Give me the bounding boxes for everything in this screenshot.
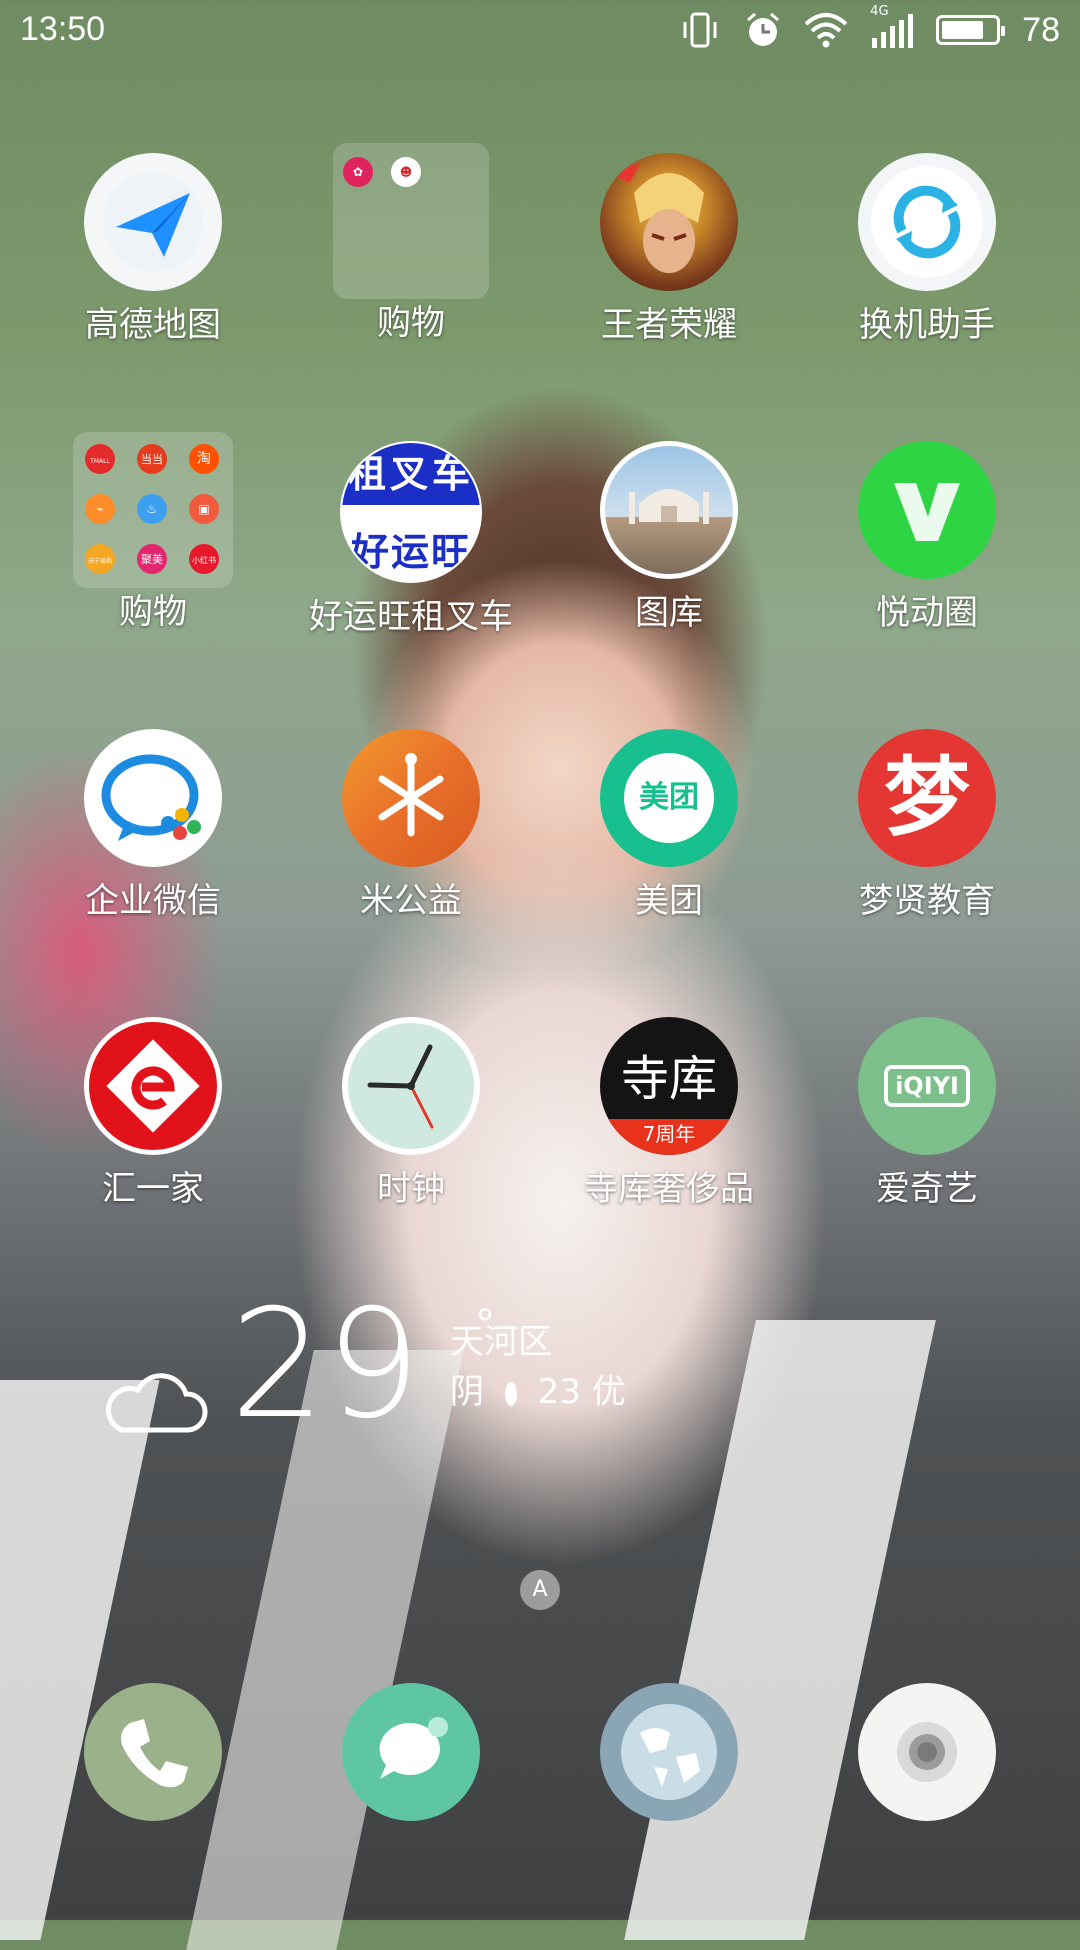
mini-app-icon: ☻ xyxy=(391,157,421,187)
app-label: 梦贤教育 xyxy=(859,881,995,921)
icon-text-top: 租叉车 xyxy=(342,443,480,505)
app-folder-shopping-2[interactable]: TMALL 当当 淘 ⌁ ♨ ▣ 苏宁易购 聚美 小红书 购物 xyxy=(33,432,273,634)
app-clock[interactable]: 时钟 xyxy=(291,1017,531,1211)
app-phone-clone[interactable]: 换机助手 xyxy=(807,153,1047,347)
dock-phone[interactable] xyxy=(84,1683,222,1821)
leaf-icon xyxy=(504,1381,517,1406)
clock-icon xyxy=(342,1017,480,1155)
folder-icon: TMALL 当当 淘 ⌁ ♨ ▣ 苏宁易购 聚美 小红书 xyxy=(73,432,233,588)
iqiyi-icon: iQIYI xyxy=(858,1017,996,1155)
mini-app-icon: ▣ xyxy=(189,494,219,524)
dangdang-icon: 当当 xyxy=(137,444,167,474)
page-indicator[interactable]: A xyxy=(520,1570,560,1610)
dock-camera[interactable] xyxy=(858,1683,996,1821)
tmall-icon: TMALL xyxy=(85,444,115,474)
app-yuedong[interactable]: 悦动圈 xyxy=(807,441,1047,635)
icon-text: 梦 xyxy=(884,747,970,848)
app-label: 时钟 xyxy=(377,1169,445,1209)
app-haoyunwang[interactable]: 租叉车 好运旺 好运旺租叉车 xyxy=(291,441,531,639)
app-gallery[interactable]: 图库 xyxy=(549,441,789,635)
status-bar: 13:50 4G 78 xyxy=(0,0,1080,66)
app-label: 高德地图 xyxy=(85,305,221,345)
app-secoo[interactable]: 寺库 7周年 寺库奢侈品 xyxy=(549,1017,789,1211)
mini-app-icon: ⌁ xyxy=(85,494,115,524)
app-label: 米公益 xyxy=(360,881,462,921)
app-honor-of-kings[interactable]: 王者荣耀 xyxy=(549,153,789,347)
battery-level: 78 xyxy=(1022,10,1060,49)
app-label: 购物 xyxy=(119,592,187,632)
icon-subtext: 7周年 xyxy=(600,1119,738,1155)
app-amap[interactable]: 高德地图 xyxy=(33,153,273,347)
app-label: 悦动圈 xyxy=(876,593,978,633)
cloud-icon xyxy=(105,1373,208,1433)
temperature: 29 xyxy=(230,1278,421,1452)
wheat-icon xyxy=(342,729,480,867)
e-logo-icon xyxy=(84,1017,222,1155)
alarm-icon xyxy=(747,12,780,46)
app-label: 汇一家 xyxy=(102,1169,204,1209)
app-mi-charity[interactable]: 米公益 xyxy=(291,729,531,923)
camera-icon xyxy=(897,1722,957,1782)
calligraphy-icon: 梦 xyxy=(858,729,996,867)
mini-app-icon: ✿ xyxy=(343,157,373,187)
icon-text: 美团 xyxy=(639,780,699,815)
icon-text: iQIYI xyxy=(884,1065,970,1107)
dock-messages[interactable] xyxy=(342,1683,480,1821)
weather-location: 天河区 xyxy=(450,1322,552,1362)
secoo-icon: 寺库 7周年 xyxy=(600,1017,738,1155)
suning-icon: 苏宁易购 xyxy=(85,544,115,574)
paper-plane-icon xyxy=(84,153,222,291)
crosswalk-stripe xyxy=(0,1380,160,1940)
taobao-icon: 淘 xyxy=(189,444,219,474)
app-meituan[interactable]: 美团 美团 xyxy=(549,729,789,923)
sync-arrows-icon xyxy=(858,153,996,291)
meituan-icon: 美团 xyxy=(600,729,738,867)
app-iqiyi[interactable]: iQIYI 爱奇艺 xyxy=(807,1017,1047,1211)
folder-icon: ✿ ☻ xyxy=(333,143,489,299)
app-wecom[interactable]: 企业微信 xyxy=(33,729,273,923)
app-huiyijia[interactable]: 汇一家 xyxy=(33,1017,273,1211)
weather-condition-row: 阴 23 优 xyxy=(450,1364,626,1413)
dock-browser[interactable] xyxy=(600,1683,738,1821)
fitness-icon xyxy=(858,441,996,579)
signal-icon: 4G xyxy=(870,4,914,50)
chat-bubble-icon xyxy=(84,729,222,867)
messages-icon xyxy=(379,1717,448,1779)
weather-condition: 阴 xyxy=(450,1372,484,1412)
vibrate-icon xyxy=(683,12,717,48)
battery-fill xyxy=(942,21,984,39)
xiaohongshu-icon: 小红书 xyxy=(189,544,219,574)
crosswalk-stripe xyxy=(624,1320,936,1940)
app-label: 美团 xyxy=(635,881,703,921)
air-quality: 23 优 xyxy=(537,1372,626,1412)
app-label: 企业微信 xyxy=(85,881,221,921)
app-mengxian[interactable]: 梦 梦贤教育 xyxy=(807,729,1047,923)
clock-time: 13:50 xyxy=(20,10,106,48)
hero-portrait-icon xyxy=(600,153,738,291)
app-label: 爱奇艺 xyxy=(876,1169,978,1209)
browser-globe-icon xyxy=(621,1704,717,1800)
forklift-rental-icon: 租叉车 好运旺 xyxy=(340,441,482,583)
app-label: 好运旺租叉车 xyxy=(309,597,513,637)
app-folder-shopping-1[interactable]: ✿ ☻ 购物 xyxy=(291,143,531,345)
mini-app-icon: ♨ xyxy=(137,494,167,524)
battery-icon xyxy=(936,15,1006,45)
icon-text-bottom: 好运旺 xyxy=(350,530,471,574)
app-label: 换机助手 xyxy=(859,305,995,345)
phone-icon xyxy=(121,1719,188,1788)
gallery-icon xyxy=(600,441,738,579)
app-label: 王者荣耀 xyxy=(601,305,737,345)
app-label: 购物 xyxy=(377,303,445,343)
app-label: 图库 xyxy=(635,593,703,633)
icon-text: 寺库 xyxy=(620,1051,717,1107)
app-label: 寺库奢侈品 xyxy=(584,1169,754,1209)
jumei-icon: 聚美 xyxy=(137,544,167,574)
wifi-icon xyxy=(804,13,848,48)
